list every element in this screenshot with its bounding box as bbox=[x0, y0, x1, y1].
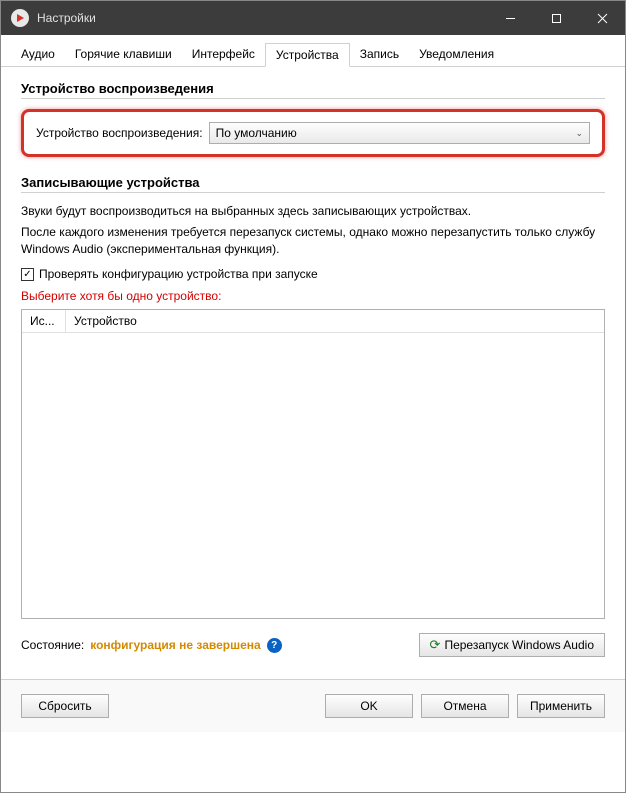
tab-hotkeys[interactable]: Горячие клавиши bbox=[65, 43, 182, 66]
playback-device-value: По умолчанию bbox=[216, 126, 297, 140]
check-config-label: Проверять конфигурацию устройства при за… bbox=[39, 267, 318, 281]
select-device-warning: Выберите хотя бы одно устройство: bbox=[21, 289, 605, 303]
playback-device-label: Устройство воспроизведения: bbox=[36, 126, 203, 140]
close-button[interactable] bbox=[579, 1, 625, 35]
chevron-down-icon: ⌄ bbox=[575, 128, 583, 139]
tab-audio[interactable]: Аудио bbox=[11, 43, 65, 66]
refresh-icon: ⟳ bbox=[430, 637, 441, 653]
reset-button[interactable]: Сбросить bbox=[21, 694, 109, 718]
divider bbox=[21, 192, 605, 193]
recording-desc-2: После каждого изменения требуется переза… bbox=[21, 224, 605, 258]
window-controls bbox=[487, 1, 625, 35]
restart-audio-button[interactable]: ⟳ Перезапуск Windows Audio bbox=[419, 633, 605, 657]
tab-bar: Аудио Горячие клавиши Интерфейс Устройст… bbox=[1, 35, 625, 67]
check-config-checkbox[interactable]: ✓ bbox=[21, 268, 34, 281]
window-title: Настройки bbox=[37, 11, 487, 25]
col-device[interactable]: Устройство bbox=[66, 310, 604, 332]
device-list[interactable]: Ис... Устройство bbox=[21, 309, 605, 619]
status-row: Состояние: конфигурация не завершена ? ⟳… bbox=[21, 633, 605, 657]
titlebar: Настройки bbox=[1, 1, 625, 35]
app-icon bbox=[11, 9, 29, 27]
recording-group-title: Записывающие устройства bbox=[21, 175, 605, 190]
divider bbox=[21, 98, 605, 99]
content-area: Аудио Горячие клавиши Интерфейс Устройст… bbox=[1, 35, 625, 732]
check-config-row[interactable]: ✓ Проверять конфигурацию устройства при … bbox=[21, 267, 605, 281]
ok-button[interactable]: OK bbox=[325, 694, 413, 718]
playback-device-row: Устройство воспроизведения: По умолчанию… bbox=[21, 109, 605, 157]
device-list-header: Ис... Устройство bbox=[22, 310, 604, 333]
recording-desc-1: Звуки будут воспроизводиться на выбранны… bbox=[21, 203, 605, 220]
restart-audio-label: Перезапуск Windows Audio bbox=[444, 638, 594, 652]
maximize-button[interactable] bbox=[533, 1, 579, 35]
col-use[interactable]: Ис... bbox=[22, 310, 66, 332]
playback-group-title: Устройство воспроизведения bbox=[21, 81, 605, 96]
footer: Сбросить OK Отмена Применить bbox=[1, 679, 625, 732]
tab-devices[interactable]: Устройства bbox=[265, 43, 350, 67]
status-value: конфигурация не завершена bbox=[90, 638, 260, 652]
devices-page: Устройство воспроизведения Устройство во… bbox=[1, 67, 625, 671]
playback-device-select[interactable]: По умолчанию ⌄ bbox=[209, 122, 590, 144]
minimize-button[interactable] bbox=[487, 1, 533, 35]
apply-button[interactable]: Применить bbox=[517, 694, 605, 718]
tab-record[interactable]: Запись bbox=[350, 43, 409, 66]
tab-interface[interactable]: Интерфейс bbox=[182, 43, 265, 66]
tab-notifications[interactable]: Уведомления bbox=[409, 43, 504, 66]
cancel-button[interactable]: Отмена bbox=[421, 694, 509, 718]
help-icon[interactable]: ? bbox=[267, 638, 282, 653]
status-label: Состояние: bbox=[21, 638, 84, 652]
